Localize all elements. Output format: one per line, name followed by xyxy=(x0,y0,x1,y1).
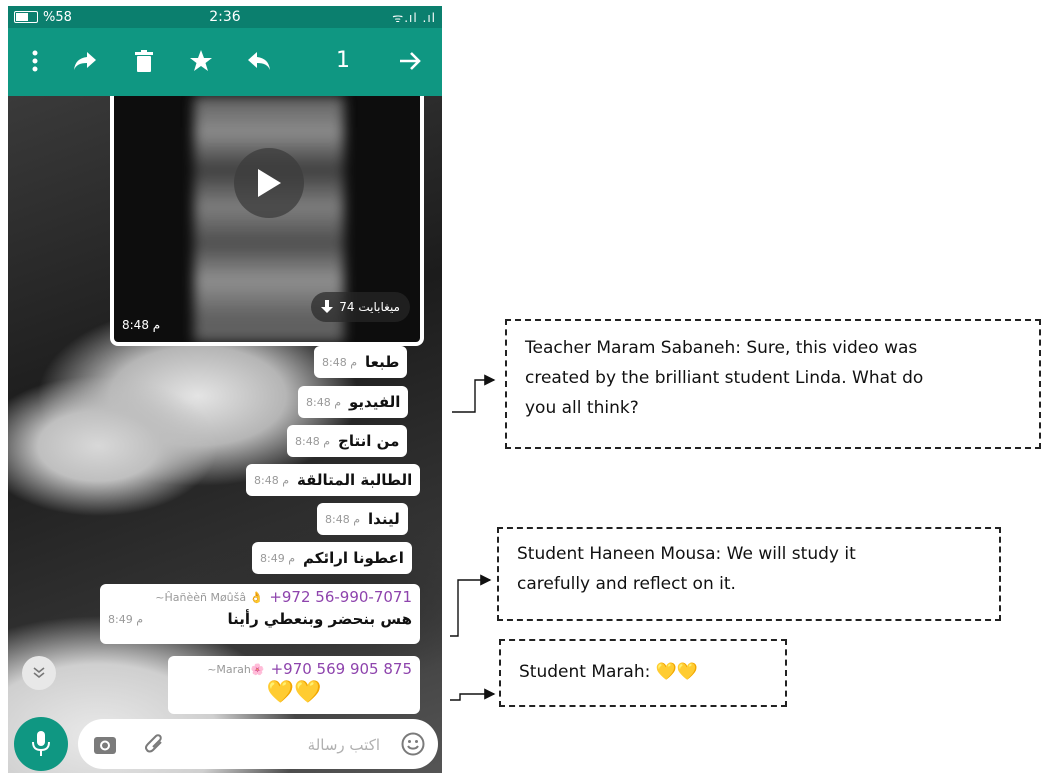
star-icon[interactable] xyxy=(186,46,216,76)
chevron-down-icon xyxy=(33,667,45,679)
message-text: الطالبة المتالقة xyxy=(297,471,413,489)
sender-row: ~Ĥañèèñ Møûšâ 👌 +972 56-990-7071 xyxy=(108,588,412,606)
annotation-line: Student Marah: 💛💛 xyxy=(519,662,699,682)
camera-icon[interactable] xyxy=(92,731,118,757)
sender-name: ~Marah🌸 xyxy=(207,662,265,676)
sender-row: ~Marah🌸 +970 569 905 875 xyxy=(176,660,412,678)
message-bubble[interactable]: 8:48 م طبعا xyxy=(314,346,408,378)
status-time: 2:36 xyxy=(209,9,241,25)
message-input-bar xyxy=(78,719,438,769)
message-text: هس بنحضر وبنعطي رأينا xyxy=(227,610,412,628)
message-bubble[interactable]: 8:48 م الطالبة المتالقة xyxy=(246,464,421,496)
forward-icon[interactable] xyxy=(70,46,100,76)
message-text: طبعا xyxy=(365,353,400,371)
delete-icon[interactable] xyxy=(129,46,159,76)
arrow-right-icon[interactable] xyxy=(396,46,426,76)
phone-screen: %58 2:36 ᯤ.ıl .ıl 1 74 ميغابايت 8:48 م 8… xyxy=(8,6,442,773)
sender-phone[interactable]: +970 569 905 875 xyxy=(271,660,412,678)
message-bubble[interactable]: 8:48 م ليندا xyxy=(317,503,408,535)
video-message[interactable]: 74 ميغابايت 8:48 م xyxy=(110,96,424,346)
annotation-line: Teacher Maram Sabaneh: Sure, this video … xyxy=(525,338,918,358)
sender-phone[interactable]: +972 56-990-7071 xyxy=(269,588,412,606)
annotation-line: carefully and reflect on it. xyxy=(517,574,736,594)
message-text: 💛💛 xyxy=(266,680,322,705)
download-icon xyxy=(321,300,334,313)
message-text: الفيديو xyxy=(349,393,401,411)
message-time: 8:48 م xyxy=(295,434,331,448)
status-bar: %58 2:36 ᯤ.ıl .ıl xyxy=(8,6,442,28)
emoji-icon[interactable] xyxy=(400,731,426,757)
scroll-down-button[interactable] xyxy=(22,656,56,690)
signal-icon: ᯤ.ıl .ıl xyxy=(392,10,436,25)
play-icon[interactable] xyxy=(234,148,304,218)
message-time: 8:48 م xyxy=(325,512,361,526)
message-text: ليندا xyxy=(368,510,400,528)
annotation-line: created by the brilliant student Linda. … xyxy=(525,368,924,388)
message-row: 8:49 م هس بنحضر وبنعطي رأينا xyxy=(108,610,412,628)
video-time: 8:48 م xyxy=(122,318,161,332)
message-time: 8:48 م xyxy=(322,355,358,369)
message-bubble[interactable]: 8:48 م من انتاج xyxy=(287,425,408,457)
mic-button[interactable] xyxy=(14,717,68,771)
message-input[interactable] xyxy=(228,729,382,761)
message-time: 8:49 م xyxy=(260,551,296,565)
message-text: اعطونا ارائكم xyxy=(303,549,404,567)
sender-name: ~Ĥañèèñ Møûšâ 👌 xyxy=(155,590,264,604)
selected-count: 1 xyxy=(336,48,350,73)
attach-icon[interactable] xyxy=(142,731,168,757)
message-bubble[interactable]: 8:48 م الفيديو xyxy=(298,386,409,418)
haneen-annotation: Student Haneen Mousa: We will study it c… xyxy=(497,527,1001,621)
video-download-button[interactable]: 74 ميغابايت xyxy=(311,292,410,322)
reply-icon[interactable] xyxy=(244,46,274,76)
message-time: 8:48 م xyxy=(306,395,342,409)
mic-icon xyxy=(32,731,50,756)
message-time: 8:48 م xyxy=(254,473,290,487)
message-text: من انتاج xyxy=(338,432,400,450)
group-message-bubble[interactable]: ~Marah🌸 +970 569 905 875 💛💛 xyxy=(168,656,420,714)
more-vert-icon[interactable] xyxy=(20,46,50,76)
message-time: 8:49 م xyxy=(108,612,144,626)
annotation-line: Student Haneen Mousa: We will study it xyxy=(517,544,856,564)
annotation-line: you all think? xyxy=(525,398,639,418)
message-bubble[interactable]: 8:49 م اعطونا ارائكم xyxy=(252,542,412,574)
teacher-annotation: Teacher Maram Sabaneh: Sure, this video … xyxy=(505,319,1041,449)
video-size: 74 ميغابايت xyxy=(339,300,400,314)
marah-annotation: Student Marah: 💛💛 xyxy=(499,639,787,707)
selection-toolbar: 1 xyxy=(8,28,442,96)
group-message-bubble[interactable]: ~Ĥañèèñ Møûšâ 👌 +972 56-990-7071 8:49 م … xyxy=(100,584,420,644)
